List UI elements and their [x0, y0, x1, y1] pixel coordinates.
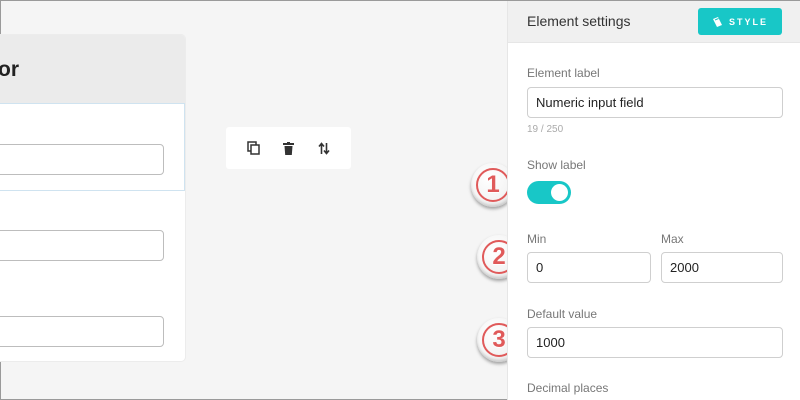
toggle-knob: [551, 184, 568, 201]
element-label-char-count: 19 / 250: [527, 124, 564, 135]
selected-form-field[interactable]: [0, 103, 185, 191]
min-input[interactable]: [527, 252, 651, 283]
form-field-3[interactable]: [0, 278, 185, 361]
element-settings-panel: Element settings STYLE Element label 19 …: [507, 1, 800, 400]
move-icon[interactable]: [316, 141, 331, 156]
show-label-toggle[interactable]: [527, 181, 571, 204]
trash-icon[interactable]: [281, 141, 296, 156]
style-button[interactable]: STYLE: [698, 8, 782, 35]
max-input[interactable]: [661, 252, 783, 283]
default-value-input[interactable]: [527, 327, 783, 358]
form-preview-card: or: [0, 35, 185, 361]
form-field-input-2[interactable]: [0, 230, 164, 261]
min-label: Min: [527, 232, 547, 246]
form-field-input-1[interactable]: [0, 144, 164, 175]
decimal-places-label: Decimal places: [527, 381, 609, 395]
form-field-2[interactable]: [0, 192, 185, 278]
show-label-label: Show label: [527, 158, 586, 172]
style-button-label: STYLE: [728, 16, 768, 27]
copy-icon[interactable]: [246, 141, 261, 156]
panel-title: Element settings: [527, 13, 631, 29]
form-preview-header: or: [0, 35, 185, 103]
default-value-label: Default value: [527, 307, 598, 321]
form-preview-title: or: [0, 58, 19, 81]
element-toolbar: [226, 127, 351, 169]
element-label-input[interactable]: [527, 87, 783, 118]
max-label: Max: [661, 232, 684, 246]
panel-header: Element settings STYLE: [508, 1, 800, 43]
form-field-input-3[interactable]: [0, 316, 164, 347]
paint-icon: [712, 17, 722, 27]
element-label-label: Element label: [527, 66, 600, 80]
